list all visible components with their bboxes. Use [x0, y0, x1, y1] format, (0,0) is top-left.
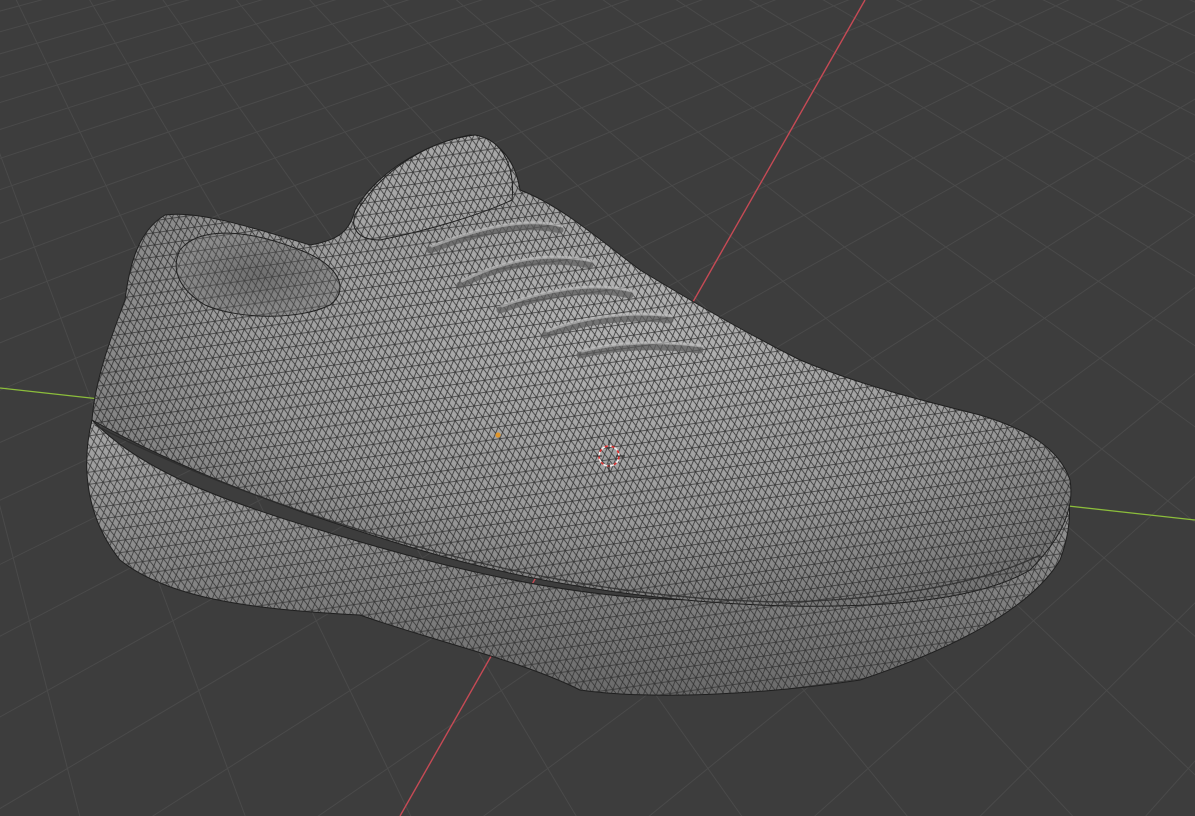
object-origin-dot-icon[interactable]: [495, 432, 501, 438]
3d-viewport[interactable]: [0, 0, 1195, 816]
viewport-canvas[interactable]: [0, 0, 1195, 816]
shoe-mesh[interactable]: [86, 134, 1072, 696]
